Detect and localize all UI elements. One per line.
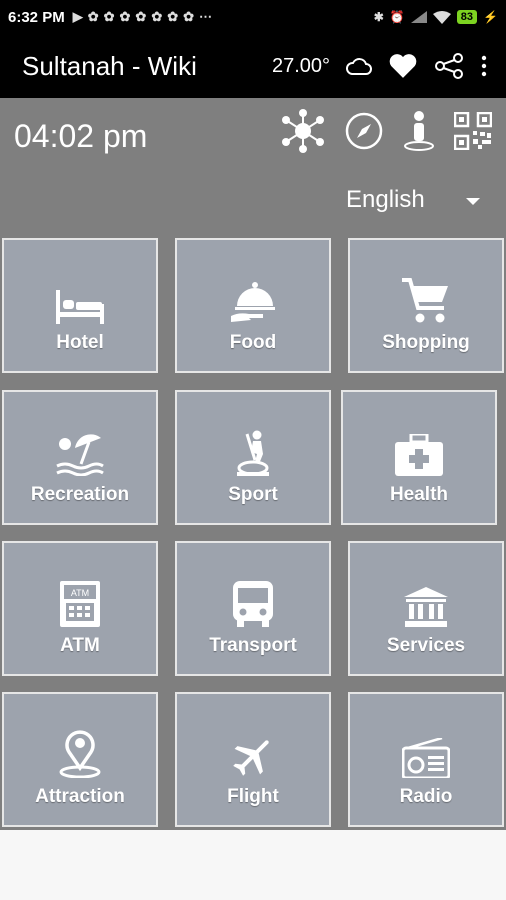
tile-label: Flight xyxy=(227,786,279,807)
favorite-heart-icon[interactable] xyxy=(388,53,418,79)
status-bar: 6:32 PM ▶ ✿ ✿ ✿ ✿ ✿ ✿ ✿ ⋯ ✱ ⏰ 83 ⚡ xyxy=(0,0,506,34)
network-hub-icon[interactable] xyxy=(280,108,326,159)
tile-label: Transport xyxy=(209,635,297,656)
language-selector[interactable]: English xyxy=(346,186,425,214)
tile-label: Hotel xyxy=(56,332,104,353)
airplane-icon xyxy=(231,726,275,778)
app-bar: Sultanah - Wiki 27.00° xyxy=(0,34,506,98)
notification-icon: ✿ xyxy=(119,9,131,24)
tile-flight[interactable]: Flight xyxy=(175,692,331,827)
bed-icon xyxy=(56,272,104,324)
tile-label: Health xyxy=(389,484,449,505)
top-icons xyxy=(280,108,493,159)
food-cloche-icon xyxy=(229,272,277,324)
notification-icon: ✿ xyxy=(167,9,179,24)
tile-label: Recreation xyxy=(30,484,130,505)
overflow-menu-icon[interactable] xyxy=(480,55,488,77)
tile-sport[interactable]: Sport xyxy=(175,390,331,525)
main-panel: 04:02 pm English Hotel Food Shopping Rec… xyxy=(0,98,506,830)
alarm-icon: ⏰ xyxy=(389,10,405,24)
notification-icon: ✿ xyxy=(135,9,147,24)
tile-food[interactable]: Food xyxy=(175,238,331,373)
tile-atm[interactable]: ATM ATM xyxy=(2,541,158,676)
cart-icon xyxy=(402,272,450,324)
notification-icon: ✿ xyxy=(183,9,195,24)
tile-label: Services xyxy=(386,635,466,656)
atm-icon: ATM xyxy=(60,575,100,627)
bluetooth-icon: ✱ xyxy=(373,10,384,24)
tile-transport[interactable]: Transport xyxy=(175,541,331,676)
wifi-icon xyxy=(432,10,451,24)
tile-label: Attraction xyxy=(35,786,125,807)
notification-icon: ✿ xyxy=(87,9,99,24)
tile-services[interactable]: Services xyxy=(348,541,504,676)
dropdown-arrow-icon[interactable] xyxy=(466,198,480,205)
compass-icon[interactable] xyxy=(344,111,384,156)
battery-indicator: 83 xyxy=(456,10,478,24)
tile-health[interactable]: Health xyxy=(341,390,497,525)
share-icon[interactable] xyxy=(434,53,464,79)
notification-icon: ▶ xyxy=(72,9,83,24)
tile-label: Sport xyxy=(228,484,278,505)
tile-radio[interactable]: Radio xyxy=(348,692,504,827)
tile-hotel[interactable]: Hotel xyxy=(2,238,158,373)
qr-code-icon[interactable] xyxy=(453,111,493,155)
elliptical-icon xyxy=(233,424,273,476)
status-time: 6:32 PM xyxy=(8,8,65,26)
bank-building-icon xyxy=(404,575,448,627)
tile-attraction[interactable]: Attraction xyxy=(2,692,158,827)
bottom-area xyxy=(0,830,506,900)
beach-umbrella-icon xyxy=(55,424,105,476)
radio-icon xyxy=(402,726,450,778)
charging-icon: ⚡ xyxy=(483,10,498,24)
notification-icon: ✿ xyxy=(151,9,163,24)
more-notifications-icon: ⋯ xyxy=(199,9,213,24)
tile-label: Radio xyxy=(399,786,453,807)
tile-recreation[interactable]: Recreation xyxy=(2,390,158,525)
first-aid-kit-icon xyxy=(395,424,443,476)
person-location-icon[interactable] xyxy=(402,110,436,157)
svg-text:ATM: ATM xyxy=(71,588,89,598)
status-right: ✱ ⏰ 83 ⚡ xyxy=(374,10,498,24)
tile-label: Shopping xyxy=(382,332,470,353)
temperature: 27.00° xyxy=(271,54,330,77)
app-title: Sultanah - Wiki xyxy=(22,50,197,81)
cloud-icon[interactable] xyxy=(346,56,372,76)
notification-icon: ✿ xyxy=(103,9,115,24)
tile-shopping[interactable]: Shopping xyxy=(348,238,504,373)
map-pin-icon xyxy=(57,726,103,778)
tile-label: Food xyxy=(229,332,277,353)
clock: 04:02 pm xyxy=(14,118,148,154)
tile-label: ATM xyxy=(60,635,100,656)
signal-icon xyxy=(410,11,427,23)
notification-icons: ▶ ✿ ✿ ✿ ✿ ✿ ✿ ✿ ⋯ xyxy=(73,9,212,25)
bus-icon xyxy=(233,575,273,627)
